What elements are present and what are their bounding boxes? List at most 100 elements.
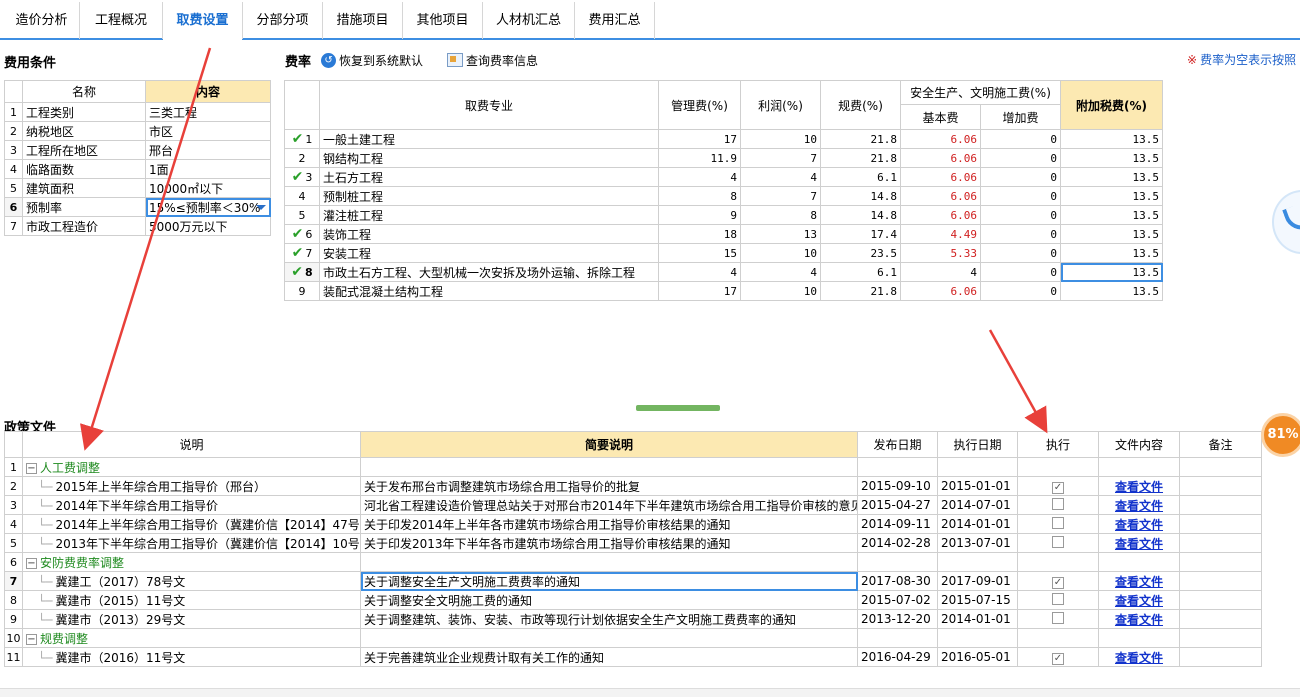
rate-safety-base[interactable]: 5.33 bbox=[900, 243, 981, 263]
exec-checkbox[interactable] bbox=[1052, 516, 1064, 529]
rate-mgmt[interactable]: 4 bbox=[658, 262, 741, 282]
rate-mgmt[interactable]: 8 bbox=[658, 186, 741, 206]
policy-group-row[interactable]: 10− 规费调整 bbox=[4, 628, 1262, 648]
condition-row[interactable]: 2 纳税地区 市区 bbox=[4, 121, 271, 141]
condition-row[interactable]: 3 工程所在地区 邢台 bbox=[4, 140, 271, 160]
rate-safety-add[interactable]: 0 bbox=[980, 281, 1061, 301]
exec-checkbox[interactable]: ✓ bbox=[1052, 481, 1064, 494]
rate-tax[interactable]: 13.5 bbox=[1060, 262, 1163, 282]
rate-safety-add[interactable]: 0 bbox=[980, 262, 1061, 282]
rate-safety-base[interactable]: 6.06 bbox=[900, 148, 981, 168]
view-file-link[interactable]: 查看文件 bbox=[1115, 499, 1163, 513]
rate-safety-base[interactable]: 6.06 bbox=[900, 167, 981, 187]
exec-checkbox[interactable] bbox=[1052, 592, 1064, 605]
view-file-link[interactable]: 查看文件 bbox=[1115, 594, 1163, 608]
condition-row[interactable]: 6 预制率 15%≤预制率＜30% bbox=[4, 197, 271, 217]
rate-profit[interactable]: 4 bbox=[740, 262, 821, 282]
rate-safety-add[interactable]: 0 bbox=[980, 129, 1061, 149]
rate-profit[interactable]: 10 bbox=[740, 243, 821, 263]
rate-tax[interactable]: 13.5 bbox=[1060, 281, 1163, 301]
policy-row[interactable]: 3 └─ 2014年下半年综合用工指导价 河北省工程建设造价管理总站关于对邢台市201… bbox=[4, 495, 1262, 515]
exec-checkbox[interactable] bbox=[1052, 497, 1064, 510]
policy-row[interactable]: 4 └─ 2014年上半年综合用工指导价（冀建价信【2014】47号） 关于印发201… bbox=[4, 514, 1262, 534]
policy-remark[interactable] bbox=[1179, 647, 1262, 667]
rate-tax[interactable]: 13.5 bbox=[1060, 148, 1163, 168]
rate-safety-base[interactable]: 4 bbox=[900, 262, 981, 282]
exec-checkbox[interactable]: ✓ bbox=[1052, 652, 1064, 665]
tab-cost-summary[interactable]: 费用汇总 bbox=[575, 2, 655, 39]
tab-other-items[interactable]: 其他项目 bbox=[403, 2, 483, 39]
restore-default-button[interactable]: ↺ 恢复到系统默认 bbox=[321, 52, 423, 69]
exec-checkbox[interactable]: ✓ bbox=[1052, 576, 1064, 589]
rate-fees[interactable]: 21.8 bbox=[820, 281, 901, 301]
rate-mgmt[interactable]: 15 bbox=[658, 243, 741, 263]
rate-row[interactable]: ✔ 7 安装工程 15 10 23.5 5.33 0 13.5 bbox=[284, 243, 1163, 263]
tab-sub-items[interactable]: 分部分项 bbox=[243, 2, 323, 39]
policy-remark[interactable] bbox=[1179, 533, 1262, 553]
rate-mgmt[interactable]: 11.9 bbox=[658, 148, 741, 168]
policy-remark[interactable] bbox=[1179, 609, 1262, 629]
rate-mgmt[interactable]: 4 bbox=[658, 167, 741, 187]
tab-measures[interactable]: 措施项目 bbox=[323, 2, 403, 39]
rate-fees[interactable]: 14.8 bbox=[820, 186, 901, 206]
rate-profit[interactable]: 10 bbox=[740, 281, 821, 301]
policy-remark[interactable] bbox=[1179, 514, 1262, 534]
rate-tax[interactable]: 13.5 bbox=[1060, 224, 1163, 244]
condition-value[interactable]: 1面 bbox=[145, 159, 271, 179]
rate-mgmt[interactable]: 17 bbox=[658, 129, 741, 149]
view-file-link[interactable]: 查看文件 bbox=[1115, 613, 1163, 627]
policy-row[interactable]: 7 └─ 冀建工（2017）78号文 关于调整安全生产文明施工费费率的通知 2017-0… bbox=[4, 571, 1262, 591]
rate-profit[interactable]: 10 bbox=[740, 129, 821, 149]
view-file-link[interactable]: 查看文件 bbox=[1115, 480, 1163, 494]
exec-checkbox[interactable] bbox=[1052, 611, 1064, 624]
exec-checkbox[interactable] bbox=[1052, 535, 1064, 548]
policy-group-row[interactable]: 1− 人工费调整 bbox=[4, 457, 1262, 477]
rate-safety-add[interactable]: 0 bbox=[980, 186, 1061, 206]
rate-mgmt[interactable]: 9 bbox=[658, 205, 741, 225]
condition-row[interactable]: 5 建筑面积 10000㎡以下 bbox=[4, 178, 271, 198]
policy-row[interactable]: 2 └─ 2015年上半年综合用工指导价（邢台） 关于发布邢台市调整建筑市场综合用工指… bbox=[4, 476, 1262, 496]
rate-fees[interactable]: 14.8 bbox=[820, 205, 901, 225]
assistant-widget-icon[interactable] bbox=[1272, 190, 1300, 254]
rate-tax[interactable]: 13.5 bbox=[1060, 205, 1163, 225]
prefab-rate-dropdown[interactable]: 15%≤预制率＜30% bbox=[145, 197, 271, 217]
policy-row[interactable]: 9 └─ 冀建市（2013）29号文 关于调整建筑、装饰、安装、市政等现行计划依据安全… bbox=[4, 609, 1262, 629]
condition-row[interactable]: 4 临路面数 1面 bbox=[4, 159, 271, 179]
policy-group-row[interactable]: 6− 安防费费率调整 bbox=[4, 552, 1262, 572]
rate-safety-add[interactable]: 0 bbox=[980, 148, 1061, 168]
rate-tax[interactable]: 13.5 bbox=[1060, 243, 1163, 263]
rate-row[interactable]: 4 预制桩工程 8 7 14.8 6.06 0 13.5 bbox=[284, 186, 1163, 206]
condition-row[interactable]: 7 市政工程造价 5000万元以下 bbox=[4, 216, 271, 236]
rate-safety-add[interactable]: 0 bbox=[980, 205, 1061, 225]
rate-mgmt[interactable]: 18 bbox=[658, 224, 741, 244]
policy-remark[interactable] bbox=[1179, 590, 1262, 610]
rate-safety-base[interactable]: 6.06 bbox=[900, 281, 981, 301]
condition-value[interactable]: 三类工程 bbox=[145, 102, 271, 122]
tab-cost-analysis[interactable]: 造价分析 bbox=[4, 2, 80, 39]
rate-row[interactable]: 5 灌注桩工程 9 8 14.8 6.06 0 13.5 bbox=[284, 205, 1163, 225]
view-file-link[interactable]: 查看文件 bbox=[1115, 518, 1163, 532]
condition-value[interactable]: 5000万元以下 bbox=[145, 216, 271, 236]
rate-row[interactable]: ✔ 3 土石方工程 4 4 6.1 6.06 0 13.5 bbox=[284, 167, 1163, 187]
panel-splitter-handle[interactable] bbox=[636, 405, 720, 411]
tab-fee-settings[interactable]: 取费设置 bbox=[163, 2, 243, 42]
policy-remark[interactable] bbox=[1179, 571, 1262, 591]
collapse-icon[interactable]: − bbox=[26, 557, 37, 569]
rate-fees[interactable]: 6.1 bbox=[820, 167, 901, 187]
tab-labor-material-summary[interactable]: 人材机汇总 bbox=[483, 2, 575, 39]
rate-safety-add[interactable]: 0 bbox=[980, 224, 1061, 244]
rate-safety-base[interactable]: 6.06 bbox=[900, 205, 981, 225]
policy-remark[interactable] bbox=[1179, 476, 1262, 496]
rate-fees[interactable]: 23.5 bbox=[820, 243, 901, 263]
condition-row[interactable]: 1 工程类别 三类工程 bbox=[4, 102, 271, 122]
rate-safety-base[interactable]: 4.49 bbox=[900, 224, 981, 244]
rate-row[interactable]: ✔ 1 一般土建工程 17 10 21.8 6.06 0 13.5 bbox=[284, 129, 1163, 149]
rate-tax[interactable]: 13.5 bbox=[1060, 186, 1163, 206]
rate-safety-base[interactable]: 6.06 bbox=[900, 186, 981, 206]
condition-value[interactable]: 市区 bbox=[145, 121, 271, 141]
view-file-link[interactable]: 查看文件 bbox=[1115, 537, 1163, 551]
rate-tax[interactable]: 13.5 bbox=[1060, 167, 1163, 187]
rate-fees[interactable]: 21.8 bbox=[820, 148, 901, 168]
rate-row[interactable]: ✔ 8 市政土石方工程、大型机械一次安拆及场外运输、拆除工程 4 4 6.1 4 0 13.5 bbox=[284, 262, 1163, 282]
rate-fees[interactable]: 6.1 bbox=[820, 262, 901, 282]
